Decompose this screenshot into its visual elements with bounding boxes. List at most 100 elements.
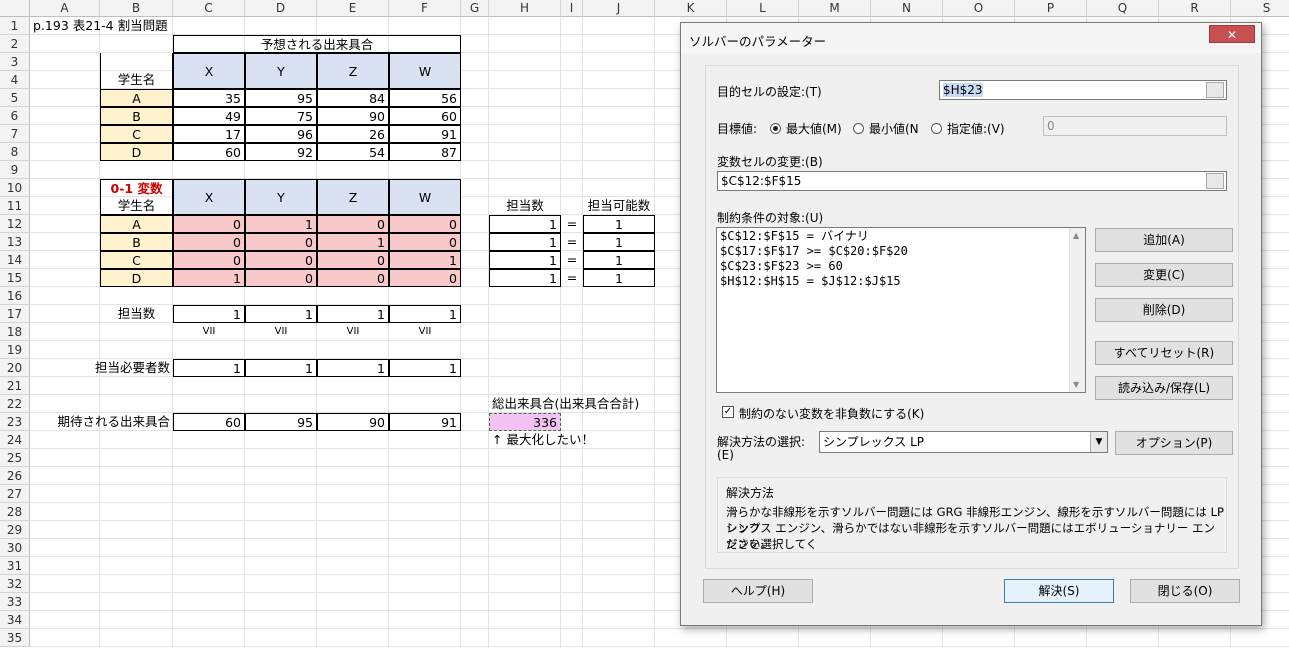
score-cell[interactable]: 87 (389, 143, 461, 161)
student-name[interactable]: D (100, 269, 173, 287)
binary-cell[interactable]: 1 (317, 233, 389, 251)
row-header[interactable]: 14 (0, 251, 30, 269)
student-name[interactable]: B (100, 233, 173, 251)
row-header[interactable]: 19 (0, 341, 30, 359)
row-header[interactable]: 29 (0, 521, 30, 539)
column-header[interactable]: I (561, 0, 583, 17)
options-button[interactable]: オプション(P) (1115, 431, 1233, 455)
col-assigned-cell[interactable]: 1 (173, 305, 245, 323)
objective-input[interactable]: $H$23 (939, 80, 1227, 100)
range-select-icon[interactable] (1206, 173, 1224, 189)
capacity-cell[interactable]: 1 (583, 233, 655, 251)
radio-max-label[interactable]: 最大値(M) (786, 120, 842, 137)
delete-button[interactable]: 削除(D) (1095, 298, 1233, 322)
capacity-cell[interactable]: 1 (583, 215, 655, 233)
expected-label[interactable]: 期待される出来具合 (30, 413, 173, 431)
column-header[interactable]: Q (1087, 0, 1159, 17)
subject-header[interactable]: W (389, 179, 461, 215)
score-cell[interactable]: 60 (173, 143, 245, 161)
binary-cell[interactable]: 0 (317, 251, 389, 269)
row-header[interactable]: 27 (0, 485, 30, 503)
expected-value-cell[interactable]: 91 (389, 413, 461, 431)
row-header[interactable]: 6 (0, 107, 30, 125)
subject-header[interactable]: Y (245, 53, 317, 89)
constraint-item[interactable]: $C$23:$F$23 >= 60 (717, 259, 1085, 274)
change-button[interactable]: 変更(C) (1095, 263, 1233, 287)
binary-cell[interactable]: 0 (245, 233, 317, 251)
row-header[interactable]: 17 (0, 305, 30, 323)
nonneg-label[interactable]: 制約のない変数を非負数にする(K) (739, 405, 924, 422)
expected-header[interactable]: 予想される出来具合 (173, 35, 461, 53)
assigned-count-cell[interactable]: 1 (489, 233, 561, 251)
binary-cell[interactable]: 0 (317, 215, 389, 233)
student-name[interactable]: A (100, 89, 173, 107)
column-header[interactable]: F (389, 0, 461, 17)
maximize-note[interactable]: ↑ 最大化したい！ (489, 431, 639, 449)
required-cell[interactable]: 1 (389, 359, 461, 377)
score-cell[interactable]: 49 (173, 107, 245, 125)
row-header[interactable]: 34 (0, 611, 30, 629)
row-header[interactable]: 25 (0, 449, 30, 467)
binary-cell[interactable]: 0 (389, 215, 461, 233)
column-header[interactable]: L (727, 0, 799, 17)
column-header[interactable]: B (100, 0, 173, 17)
load-save-button[interactable]: 読み込み/保存(L) (1095, 376, 1233, 400)
binary-label[interactable]: 0-1 変数 (100, 179, 173, 197)
row-header[interactable]: 3 (0, 53, 30, 71)
row-header[interactable]: 35 (0, 629, 30, 647)
row-header[interactable]: 26 (0, 467, 30, 485)
row-header[interactable]: 31 (0, 557, 30, 575)
row-header[interactable]: 11 (0, 197, 30, 215)
equals-sign[interactable]: = (561, 251, 583, 269)
total-label[interactable]: 総出来具合(出来具合合計) (489, 395, 679, 413)
col-assigned-cell[interactable]: 1 (389, 305, 461, 323)
required-cell[interactable]: 1 (245, 359, 317, 377)
col-assigned-cell[interactable]: 1 (317, 305, 389, 323)
column-header[interactable]: A (30, 0, 100, 17)
column-header[interactable]: E (317, 0, 389, 17)
equals-sign[interactable]: = (561, 269, 583, 287)
row-header[interactable]: 9 (0, 161, 30, 179)
column-header[interactable]: K (655, 0, 727, 17)
column-header[interactable]: P (1015, 0, 1087, 17)
sheet-title[interactable]: p.193 表21-4 割当問題 (30, 17, 230, 35)
score-cell[interactable]: 56 (389, 89, 461, 107)
range-select-icon[interactable] (1206, 82, 1224, 98)
binary-cell[interactable]: 0 (389, 233, 461, 251)
total-value-cell[interactable]: 336 (489, 413, 561, 431)
reset-all-button[interactable]: すべてリセット(R) (1095, 341, 1233, 365)
row-header[interactable]: 7 (0, 125, 30, 143)
expected-value-cell[interactable]: 95 (245, 413, 317, 431)
method-select[interactable]: シンプレックス LP ▼ (819, 431, 1108, 453)
required-cell[interactable]: 1 (173, 359, 245, 377)
assigned-count-cell[interactable]: 1 (489, 269, 561, 287)
binary-cell[interactable]: 0 (245, 269, 317, 287)
scroll-up-icon[interactable]: ▲ (1073, 231, 1079, 240)
column-header[interactable]: M (799, 0, 871, 17)
close-button[interactable]: 閉じる(O) (1130, 579, 1240, 603)
row-header[interactable]: 10 (0, 179, 30, 197)
assigned-label[interactable]: 担当数 (489, 197, 561, 215)
row-header[interactable]: 24 (0, 431, 30, 449)
dialog-titlebar[interactable]: ソルバーのパラメーター ✕ (681, 23, 1261, 53)
row-header[interactable]: 16 (0, 287, 30, 305)
score-cell[interactable]: 95 (245, 89, 317, 107)
student-name[interactable]: C (100, 251, 173, 269)
solve-button[interactable]: 解決(S) (1004, 579, 1114, 603)
column-header[interactable]: O (943, 0, 1015, 17)
score-cell[interactable]: 54 (317, 143, 389, 161)
column-header[interactable]: N (871, 0, 943, 17)
binary-cell[interactable]: 0 (173, 215, 245, 233)
binary-cell[interactable]: 1 (173, 269, 245, 287)
student-name[interactable]: C (100, 125, 173, 143)
binary-cell[interactable]: 0 (245, 251, 317, 269)
subject-header[interactable]: X (173, 179, 245, 215)
row-header[interactable]: 21 (0, 377, 30, 395)
binary-cell[interactable]: 0 (173, 251, 245, 269)
student-name[interactable]: A (100, 215, 173, 233)
row-header[interactable]: 20 (0, 359, 30, 377)
select-all-corner[interactable] (0, 0, 30, 17)
row-header[interactable]: 8 (0, 143, 30, 161)
variable-input[interactable]: $C$12:$F$15 (717, 171, 1227, 191)
nonneg-checkbox[interactable]: ✓ (722, 406, 734, 418)
